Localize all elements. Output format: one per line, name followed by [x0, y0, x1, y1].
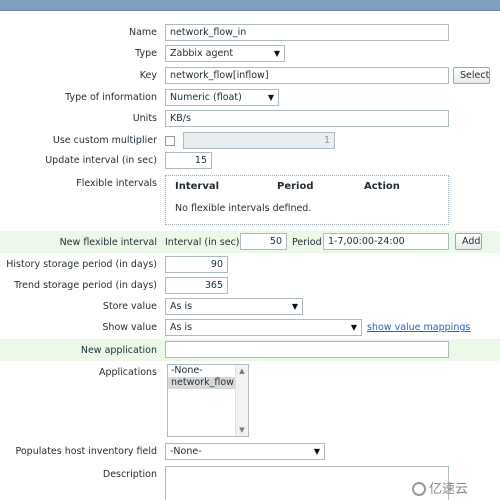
- name-input[interactable]: network_flow_in: [165, 24, 449, 41]
- custom-multiplier-input[interactable]: 1: [183, 132, 335, 149]
- show-value-row: Show value As is ▼ show value mappings: [0, 319, 500, 337]
- triangle-down-icon: ▼: [291, 302, 298, 311]
- empty-intervals-text: No flexible intervals defined.: [175, 203, 312, 214]
- watermark: 亿速云: [412, 478, 468, 497]
- show-value-mappings-link[interactable]: show value mappings: [367, 322, 470, 333]
- period-label: Period: [292, 237, 322, 248]
- flexible-intervals-label: Flexible intervals: [76, 178, 157, 189]
- store-value-select[interactable]: As is ▼: [165, 298, 303, 315]
- description-label: Description: [102, 469, 157, 480]
- key-input[interactable]: network_flow[inflow]: [165, 67, 449, 84]
- new-application-row: New application: [0, 339, 500, 361]
- new-period-input[interactable]: 1-7,00:00-24:00: [323, 233, 449, 250]
- flexible-intervals-row: Flexible intervals Interval Period Actio…: [0, 175, 500, 228]
- triangle-down-icon: ▼: [267, 93, 274, 102]
- type-of-info-value: Numeric (float): [170, 92, 242, 103]
- interval-column-header: Interval: [175, 181, 220, 192]
- triangle-down-icon: ▼: [273, 49, 280, 58]
- inventory-select[interactable]: -None- ▼: [165, 443, 325, 460]
- trend-label: Trend storage period (in days): [14, 280, 157, 291]
- history-row: History storage period (in days) 90: [0, 256, 500, 274]
- inventory-row: Populates host inventory field -None- ▼: [0, 443, 500, 461]
- store-value-value: As is: [170, 301, 193, 312]
- watermark-text: 亿速云: [429, 482, 469, 497]
- type-of-info-select[interactable]: Numeric (float) ▼: [165, 89, 279, 106]
- type-select[interactable]: Zabbix agent ▼: [165, 45, 285, 62]
- applications-listbox[interactable]: -None- network_flow ▲ ▼: [167, 364, 249, 437]
- type-select-value: Zabbix agent: [170, 48, 234, 59]
- units-label: Units: [132, 113, 157, 124]
- inventory-label: Populates host inventory field: [15, 446, 157, 457]
- scroll-up-icon[interactable]: ▲: [236, 365, 248, 377]
- show-value-label: Show value: [102, 322, 157, 333]
- new-flexible-interval-label: New flexible interval: [59, 237, 157, 248]
- units-row: Units KB/s: [0, 110, 500, 128]
- name-label: Name: [128, 27, 157, 38]
- key-select-button[interactable]: Select: [453, 67, 490, 84]
- custom-multiplier-label: Use custom multiplier: [52, 135, 157, 146]
- add-interval-button[interactable]: Add: [455, 233, 482, 250]
- scroll-down-icon[interactable]: ▼: [236, 424, 248, 436]
- type-label: Type: [135, 48, 157, 59]
- action-column-header: Action: [364, 181, 400, 192]
- description-textarea[interactable]: [165, 466, 449, 500]
- flexible-intervals-table: Interval Period Action No flexible inter…: [165, 175, 449, 225]
- cloud-logo-icon: [412, 482, 426, 496]
- name-row: Name network_flow_in: [0, 24, 500, 42]
- new-flexible-interval-row: New flexible interval Interval (in sec) …: [0, 231, 500, 253]
- new-application-label: New application: [80, 345, 157, 356]
- key-label: Key: [139, 70, 157, 81]
- period-column-header: Period: [277, 181, 314, 192]
- type-of-info-label: Type of information: [65, 92, 157, 103]
- type-row: Type Zabbix agent ▼: [0, 45, 500, 63]
- show-value-select[interactable]: As is ▼: [165, 319, 362, 336]
- new-application-input[interactable]: [165, 341, 449, 358]
- type-of-info-row: Type of information Numeric (float) ▼: [0, 89, 500, 107]
- update-interval-label: Update interval (in sec): [45, 155, 157, 166]
- history-label: History storage period (in days): [6, 259, 157, 270]
- update-interval-row: Update interval (in sec) 15: [0, 152, 500, 170]
- trend-input[interactable]: 365: [165, 277, 228, 294]
- history-input[interactable]: 90: [165, 256, 228, 273]
- store-value-label: Store value: [102, 301, 157, 312]
- custom-multiplier-checkbox[interactable]: [165, 136, 175, 146]
- triangle-down-icon: ▼: [350, 323, 357, 332]
- show-value-value: As is: [170, 322, 193, 333]
- custom-multiplier-row: Use custom multiplier 1: [0, 132, 500, 150]
- units-input[interactable]: KB/s: [165, 110, 449, 127]
- update-interval-input[interactable]: 15: [165, 152, 212, 169]
- triangle-down-icon: ▼: [313, 447, 320, 456]
- key-row: Key network_flow[inflow] Select: [0, 67, 500, 85]
- inventory-select-value: -None-: [170, 446, 202, 457]
- new-interval-input[interactable]: 50: [240, 233, 287, 250]
- applications-row: Applications -None- network_flow ▲ ▼: [0, 364, 500, 439]
- store-value-row: Store value As is ▼: [0, 298, 500, 316]
- interval-sec-label: Interval (in sec): [165, 237, 240, 248]
- top-header-bar: [0, 0, 500, 11]
- trend-row: Trend storage period (in days) 365: [0, 277, 500, 295]
- listbox-scrollbar[interactable]: ▲ ▼: [235, 365, 248, 436]
- applications-label: Applications: [98, 367, 157, 378]
